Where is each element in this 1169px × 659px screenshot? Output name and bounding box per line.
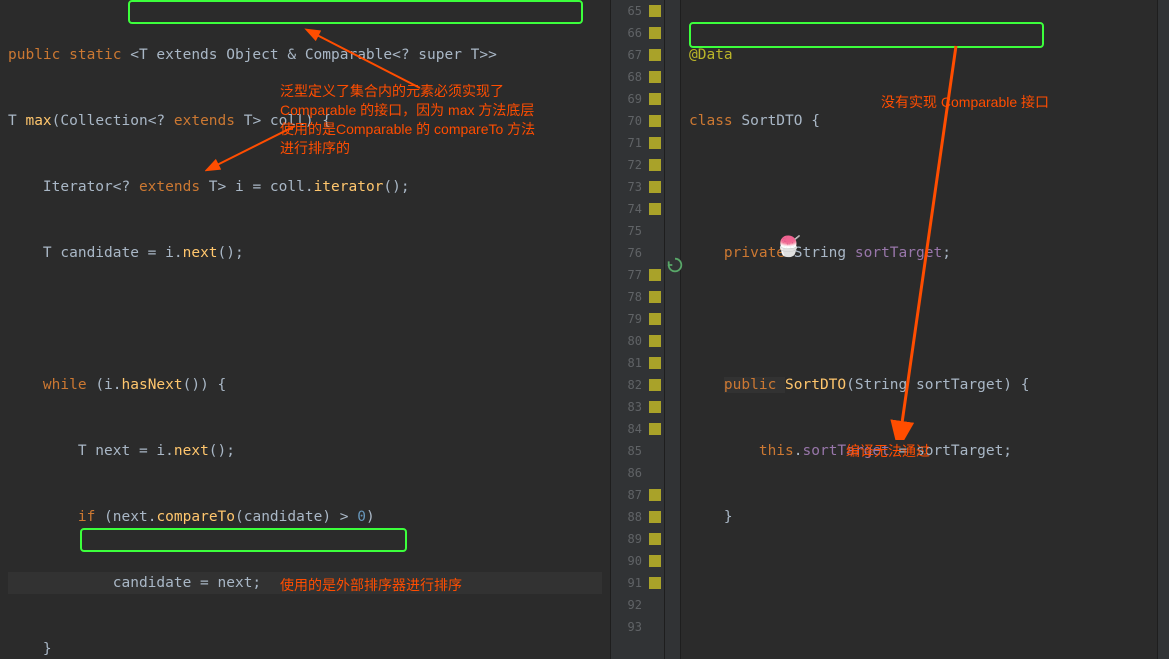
- gutter-line-85[interactable]: 85: [611, 440, 664, 462]
- gutter-vcs-mark: [649, 49, 661, 61]
- gutter-vcs-mark: [649, 577, 661, 589]
- kw-while: while: [43, 377, 95, 393]
- right-left-gutter: [665, 0, 681, 659]
- right-editor[interactable]: @Data class SortDTO { private String sor…: [665, 0, 1169, 659]
- kw-class: class: [689, 113, 741, 129]
- gutter-vcs-mark: [649, 159, 661, 171]
- gutter-vcs-mark: [649, 313, 661, 325]
- field-sorttarget: sortTarget: [855, 245, 942, 261]
- iter-decl: Iterator<?: [8, 179, 139, 195]
- class-name: SortDTO {: [741, 113, 820, 129]
- gutter-line-89[interactable]: 89: [611, 528, 664, 550]
- gutter-line-74[interactable]: 74: [611, 198, 664, 220]
- gutter-vcs-mark: [649, 291, 661, 303]
- gutter-vcs-mark: [649, 555, 661, 567]
- gutter-line-93[interactable]: 93: [611, 616, 664, 638]
- gutter-line-70[interactable]: 70: [611, 110, 664, 132]
- left-editor[interactable]: public static <T extends Object & Compar…: [0, 0, 610, 659]
- gutter-line-67[interactable]: 67: [611, 44, 664, 66]
- gutter-vcs-mark: [649, 335, 661, 347]
- gutter-vcs-mark: [649, 489, 661, 501]
- next-decl: T next = i.: [8, 443, 174, 459]
- gutter-line-73[interactable]: 73: [611, 176, 664, 198]
- gutter-line-77[interactable]: 77: [611, 264, 664, 286]
- left-code[interactable]: public static <T extends Object & Compar…: [0, 0, 610, 659]
- gutter-line-66[interactable]: 66: [611, 22, 664, 44]
- generic-bound: <T extends Object & Comparable<? super T…: [130, 47, 497, 63]
- gutter-vcs-mark: [649, 115, 661, 127]
- gutter-line-71[interactable]: 71: [611, 132, 664, 154]
- gutter-vcs-mark: [649, 269, 661, 281]
- gutter-line-68[interactable]: 68: [611, 66, 664, 88]
- gutter-line-82[interactable]: 82: [611, 374, 664, 396]
- gutter-vcs-mark: [649, 401, 661, 413]
- gutter-line-92[interactable]: 92: [611, 594, 664, 616]
- right-scrollbar-gutter[interactable]: [1157, 0, 1169, 659]
- gutter-line-69[interactable]: 69: [611, 88, 664, 110]
- gutter-vcs-mark: [649, 5, 661, 17]
- emoji-icecream: 🍧: [776, 234, 801, 258]
- annotation-data: @Data: [689, 47, 733, 63]
- gutter-line-79[interactable]: 79: [611, 308, 664, 330]
- kw-static: static: [69, 47, 130, 63]
- gutter-line-84[interactable]: 84: [611, 418, 664, 440]
- gutter-vcs-mark: [649, 27, 661, 39]
- fn-max: max: [25, 113, 51, 129]
- candidate-decl: T candidate = i.: [8, 245, 183, 261]
- params: (Collection<?: [52, 113, 174, 129]
- gutter-line-76[interactable]: 76: [611, 242, 664, 264]
- return-type: T: [8, 113, 25, 129]
- kw-public: public: [8, 47, 69, 63]
- gutter-vcs-mark: [649, 137, 661, 149]
- gutter-vcs-mark: [649, 203, 661, 215]
- gutter-line-80[interactable]: 80: [611, 330, 664, 352]
- gutter-vcs-mark: [649, 379, 661, 391]
- gutter-line-91[interactable]: 91: [611, 572, 664, 594]
- gutter-vcs-mark: [649, 511, 661, 523]
- gutter-line-65[interactable]: 65: [611, 0, 664, 22]
- gutter[interactable]: 6566676869707172737475767778798081828384…: [610, 0, 665, 659]
- gutter-line-88[interactable]: 88: [611, 506, 664, 528]
- gutter-line-83[interactable]: 83: [611, 396, 664, 418]
- gutter-line-81[interactable]: 81: [611, 352, 664, 374]
- gutter-line-72[interactable]: 72: [611, 154, 664, 176]
- kw-if: if: [78, 509, 104, 525]
- right-code[interactable]: @Data class SortDTO { private String sor…: [681, 0, 1157, 659]
- assign-candidate: candidate = next;: [8, 575, 261, 591]
- gutter-vcs-mark: [649, 357, 661, 369]
- gutter-vcs-mark: [649, 71, 661, 83]
- gutter-line-90[interactable]: 90: [611, 550, 664, 572]
- gutter-line-78[interactable]: 78: [611, 286, 664, 308]
- rerun-icon[interactable]: [666, 256, 686, 276]
- gutter-line-86[interactable]: 86: [611, 462, 664, 484]
- gutter-vcs-mark: [649, 93, 661, 105]
- ctor-sortdto: SortDTO: [785, 377, 846, 393]
- gutter-vcs-mark: [649, 423, 661, 435]
- gutter-line-87[interactable]: 87: [611, 484, 664, 506]
- gutter-vcs-mark: [649, 181, 661, 193]
- gutter-line-75[interactable]: 75: [611, 220, 664, 242]
- gutter-vcs-mark: [649, 533, 661, 545]
